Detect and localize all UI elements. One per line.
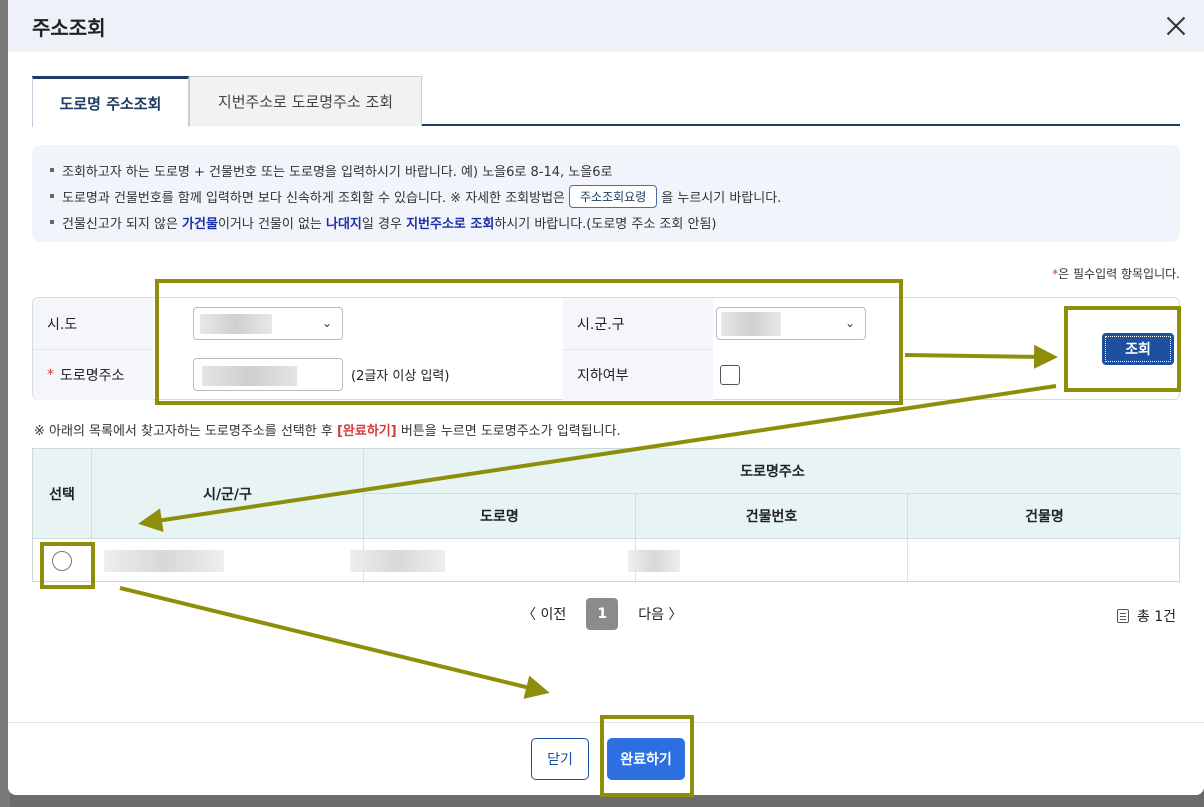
close-button[interactable]: 닫기: [531, 738, 589, 780]
info-text-3d: 하시기 바랍니다.(도로명 주소 조회 안됨): [494, 216, 717, 232]
info-text-1: 조회하고자 하는 도로명 + 건물번호 또는 도로명을 입력하시기 바랍니다. …: [62, 164, 613, 180]
table-row-building-no: [628, 539, 908, 583]
info-text-3b: 이거나 건물이 없는: [217, 216, 327, 232]
pagination: 〈 이전 1 다음 〉: [522, 598, 682, 630]
header-select: 선택: [33, 449, 92, 539]
selection-notice: ※ 아래의 목록에서 찾고자하는 도로명주소를 선택한 후 [완료하기] 버튼을…: [34, 420, 621, 439]
info-line-3: 건물신고가 되지 않은 가건물 이거나 건물이 없는 나대지 일 경우 지번주소…: [50, 209, 1162, 235]
required-text: 은 필수입력 항목입니다.: [1058, 267, 1180, 281]
required-star: *: [47, 367, 54, 383]
sido-select[interactable]: ⌄: [193, 307, 343, 340]
notice-text-b: 버튼을 누르면 도로명주소가 입력됩니다.: [396, 424, 621, 439]
blurred-value: [104, 550, 224, 572]
info-line-2: 도로명과 건물번호를 함께 입력하면 보다 신속하게 조회할 수 있습니다. ※…: [50, 183, 1162, 209]
info-highlight-1: 가건물: [182, 216, 218, 232]
sido-label: 시.도: [33, 298, 153, 349]
total-count: 총 1건: [1116, 606, 1176, 626]
header-road-address: 도로명주소: [364, 449, 1181, 494]
header-building-name: 건물명: [908, 494, 1181, 539]
blurred-value: [200, 314, 272, 334]
footer-divider: [8, 722, 1204, 723]
close-icon[interactable]: [1162, 12, 1190, 40]
header-sigungu: 시/군/구: [92, 449, 364, 539]
info-text-3c: 일 경우: [361, 216, 407, 232]
tab-bar: 도로명 주소조회 지번주소로 도로명주소 조회: [32, 76, 1180, 127]
road-address-cell: (2글자 이상 입력): [193, 349, 563, 400]
page-number[interactable]: 1: [586, 598, 619, 630]
search-form: 시.도 ⌄ 시.군.구 ⌄ * 도로명주소 (2글자 이상 입력) 지하여부: [32, 297, 1180, 400]
next-page-button[interactable]: 다음 〉: [638, 604, 682, 624]
sido-cell: ⌄: [193, 298, 573, 349]
road-address-label: * 도로명주소: [33, 349, 153, 400]
result-table: 선택 시/군/구 도로명주소 도로명 건물번호 건물명: [32, 448, 1181, 583]
tab-road-address[interactable]: 도로명 주소조회: [32, 76, 189, 127]
road-address-label-text: 도로명주소: [60, 368, 125, 384]
modal-header: 주소조회: [8, 0, 1204, 52]
prev-page-button[interactable]: 〈 이전: [522, 604, 566, 624]
table-row-sigungu: [92, 539, 364, 583]
row-radio[interactable]: [52, 551, 72, 571]
bullet-icon: [50, 220, 54, 224]
sigungu-select[interactable]: ⌄: [716, 307, 866, 340]
guide-button[interactable]: 주소조회요령: [569, 184, 658, 208]
address-search-modal: 주소조회 도로명 주소조회 지번주소로 도로명주소 조회 조회하고자 하는 도로…: [8, 0, 1204, 795]
info-text-3a: 건물신고가 되지 않은: [62, 216, 183, 232]
info-highlight-2: 나대지: [326, 216, 362, 232]
search-button[interactable]: 조회: [1102, 333, 1174, 365]
blurred-value: [202, 366, 297, 386]
required-note: *은 필수입력 항목입니다.: [1052, 265, 1180, 282]
document-icon: [1116, 609, 1129, 623]
done-button[interactable]: 완료하기: [607, 738, 685, 780]
road-address-input[interactable]: [193, 358, 343, 391]
road-address-hint: (2글자 이상 입력): [351, 369, 450, 384]
bullet-icon: [50, 168, 54, 172]
underground-label: 지하여부: [563, 349, 713, 400]
blurred-value: [628, 550, 680, 572]
total-text: 총 1건: [1136, 609, 1176, 625]
underground-cell: [720, 349, 780, 400]
table-row-building-name: [908, 539, 1181, 583]
info-text-2b: 을 누르시기 바랍니다.: [661, 190, 782, 206]
chevron-down-icon: ⌄: [321, 316, 332, 330]
header-road-name: 도로명: [364, 494, 636, 539]
sigungu-label: 시.군.구: [563, 298, 713, 349]
header-building-no: 건물번호: [636, 494, 908, 539]
info-highlight-3: 지번주소로 조회: [406, 216, 495, 232]
bullet-icon: [50, 194, 54, 198]
info-line-1: 조회하고자 하는 도로명 + 건물번호 또는 도로명을 입력하시기 바랍니다. …: [50, 157, 1162, 183]
modal-title: 주소조회: [32, 15, 106, 40]
chevron-down-icon: ⌄: [844, 316, 855, 330]
info-text-2a: 도로명과 건물번호를 함께 입력하면 보다 신속하게 조회할 수 있습니다. ※…: [62, 190, 566, 206]
notice-highlight: [완료하기]: [336, 424, 397, 439]
blurred-value: [350, 550, 445, 572]
blurred-value: [721, 312, 781, 336]
tab-lot-address[interactable]: 지번주소로 도로명주소 조회: [189, 76, 422, 126]
table-row-select-cell: [33, 539, 92, 583]
underground-checkbox[interactable]: [720, 364, 740, 385]
info-box: 조회하고자 하는 도로명 + 건물번호 또는 도로명을 입력하시기 바랍니다. …: [32, 145, 1180, 242]
sigungu-cell: ⌄: [716, 298, 916, 349]
notice-text-a: ※ 아래의 목록에서 찾고자하는 도로명주소를 선택한 후: [34, 424, 337, 439]
table-row-road-name: [350, 539, 636, 583]
